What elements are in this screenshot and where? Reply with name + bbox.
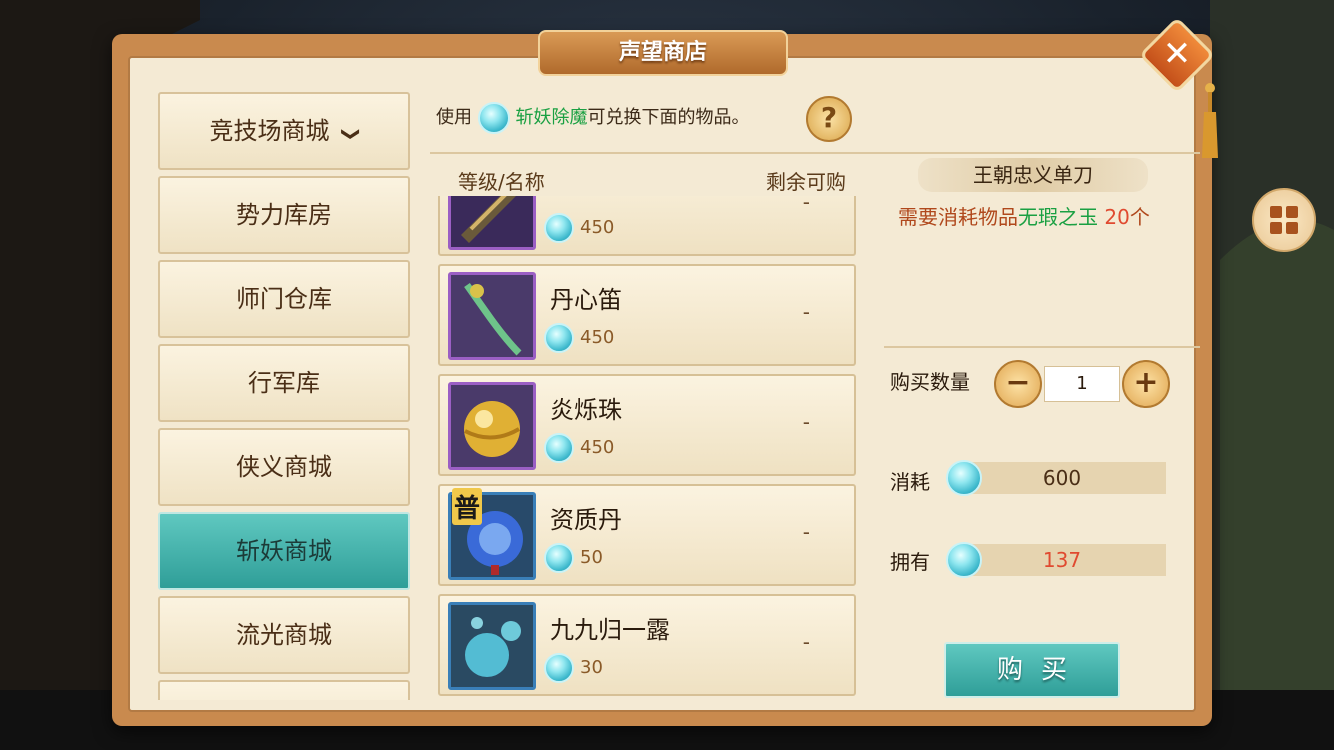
info-suffix: 可兑换下面的物品。 xyxy=(587,107,750,128)
currency-coin-icon xyxy=(544,213,574,243)
shop-tabs: 竞技场商城 ❯ 势力库房 师门仓库 行军库 侠义商城 斩妖商城 流光商城 xyxy=(158,92,410,700)
exchange-info: 使用 斩妖除魔可兑换下面的物品。 xyxy=(436,100,749,136)
price-value: 450 xyxy=(580,217,615,238)
item-remaining: - xyxy=(802,196,810,214)
divider xyxy=(884,346,1200,348)
item-name: 资质丹 xyxy=(550,506,622,534)
requirement-text: 需要消耗物品无瑕之玉 20个 xyxy=(898,204,1158,230)
bubbles-icon xyxy=(448,602,536,690)
header-level-name: 等级/名称 xyxy=(458,170,545,194)
info-prefix: 使用 xyxy=(436,107,472,128)
tab-label: 流光商城 xyxy=(236,621,332,649)
tab-label: 行军库 xyxy=(248,369,320,397)
quality-badge: 普 xyxy=(452,488,483,525)
item-remaining: - xyxy=(802,520,810,544)
list-item[interactable]: 丹心笛 450 - xyxy=(438,264,856,366)
req-count: 20 xyxy=(1104,205,1130,229)
item-price: 450 xyxy=(544,210,614,246)
currency-name: 斩妖除魔 xyxy=(515,107,588,128)
blade-icon xyxy=(448,196,536,250)
list-item[interactable]: 普 资质丹 50 - xyxy=(438,484,856,586)
tab-arena-shop[interactable]: 竞技场商城 ❯ xyxy=(158,92,410,170)
quantity-plus-button[interactable]: + xyxy=(1122,360,1170,408)
tab-faction-storehouse[interactable]: 势力库房 xyxy=(158,176,410,254)
list-item[interactable]: 炎烁珠 450 - xyxy=(438,374,856,476)
tab-sect-warehouse[interactable]: 师门仓库 xyxy=(158,260,410,338)
req-prefix: 需要消耗物品 xyxy=(898,205,1018,229)
item-name: 九九归一露 xyxy=(550,616,670,644)
currency-coin-icon xyxy=(946,542,982,578)
currency-coin-icon xyxy=(544,653,574,683)
quantity-minus-button[interactable]: − xyxy=(994,360,1042,408)
tassel-ornament xyxy=(1202,83,1218,158)
golden-orb-icon xyxy=(448,382,536,470)
currency-coin-icon xyxy=(544,323,574,353)
item-price: 450 xyxy=(544,320,614,356)
list-item[interactable]: 九九归一露 30 - xyxy=(438,594,856,696)
close-icon[interactable]: ✕ xyxy=(1152,30,1202,80)
item-remaining: - xyxy=(802,300,810,324)
item-name: 炎烁珠 xyxy=(550,396,622,424)
owned-label: 拥有 xyxy=(890,550,930,574)
cost-value: 600 xyxy=(958,462,1166,494)
list-header: 等级/名称 剩余可购 xyxy=(438,164,866,196)
tab-demon-slayer-shop[interactable]: 斩妖商城 xyxy=(158,512,410,590)
item-price: 50 xyxy=(544,540,603,576)
divider xyxy=(430,152,1200,154)
tab-chivalry-shop[interactable]: 侠义商城 xyxy=(158,428,410,506)
tab-march-depot[interactable]: 行军库 xyxy=(158,344,410,422)
currency-coin-icon xyxy=(544,543,574,573)
item-list[interactable]: 450 - 丹心笛 450 - 炎烁珠 450 - 普 资质丹 50 - 九九归… xyxy=(436,196,860,700)
item-remaining: - xyxy=(802,630,810,654)
tab-label: 势力库房 xyxy=(236,201,332,229)
currency-coin-icon xyxy=(477,102,510,134)
cost-label: 消耗 xyxy=(890,470,930,494)
grid-icon xyxy=(1270,206,1298,234)
req-unit: 个 xyxy=(1129,205,1150,229)
currency-coin-icon xyxy=(946,460,982,496)
list-item[interactable]: 450 - xyxy=(438,196,856,256)
price-value: 30 xyxy=(580,657,603,678)
price-value: 450 xyxy=(580,437,615,458)
flute-icon xyxy=(448,272,536,360)
price-value: 50 xyxy=(580,547,603,568)
header-remaining: 剩余可购 xyxy=(766,170,846,194)
buy-button[interactable]: 购买 xyxy=(944,642,1120,698)
price-value: 450 xyxy=(580,327,615,348)
tab-label: 侠义商城 xyxy=(236,453,332,481)
selected-item-title: 王朝忠义单刀 xyxy=(918,158,1148,192)
quantity-label: 购买数量 xyxy=(890,370,970,394)
item-name: 丹心笛 xyxy=(550,286,622,314)
tab-partial[interactable] xyxy=(158,680,410,700)
tab-label: 斩妖商城 xyxy=(236,537,332,565)
chevron-down-icon: ❯ xyxy=(341,126,362,142)
quantity-input[interactable]: 1 xyxy=(1044,366,1120,402)
owned-value: 137 xyxy=(958,544,1166,576)
tab-label: 竞技场商城 xyxy=(209,117,330,145)
help-button[interactable]: ? xyxy=(806,96,852,142)
item-price: 30 xyxy=(544,650,603,686)
currency-coin-icon xyxy=(544,433,574,463)
item-price: 450 xyxy=(544,430,614,466)
window-title: 声望商店 xyxy=(538,30,788,76)
req-item: 无瑕之玉 xyxy=(1018,205,1098,229)
item-remaining: - xyxy=(802,410,810,434)
tab-streamlight-shop[interactable]: 流光商城 xyxy=(158,596,410,674)
tab-label: 师门仓库 xyxy=(236,285,332,313)
